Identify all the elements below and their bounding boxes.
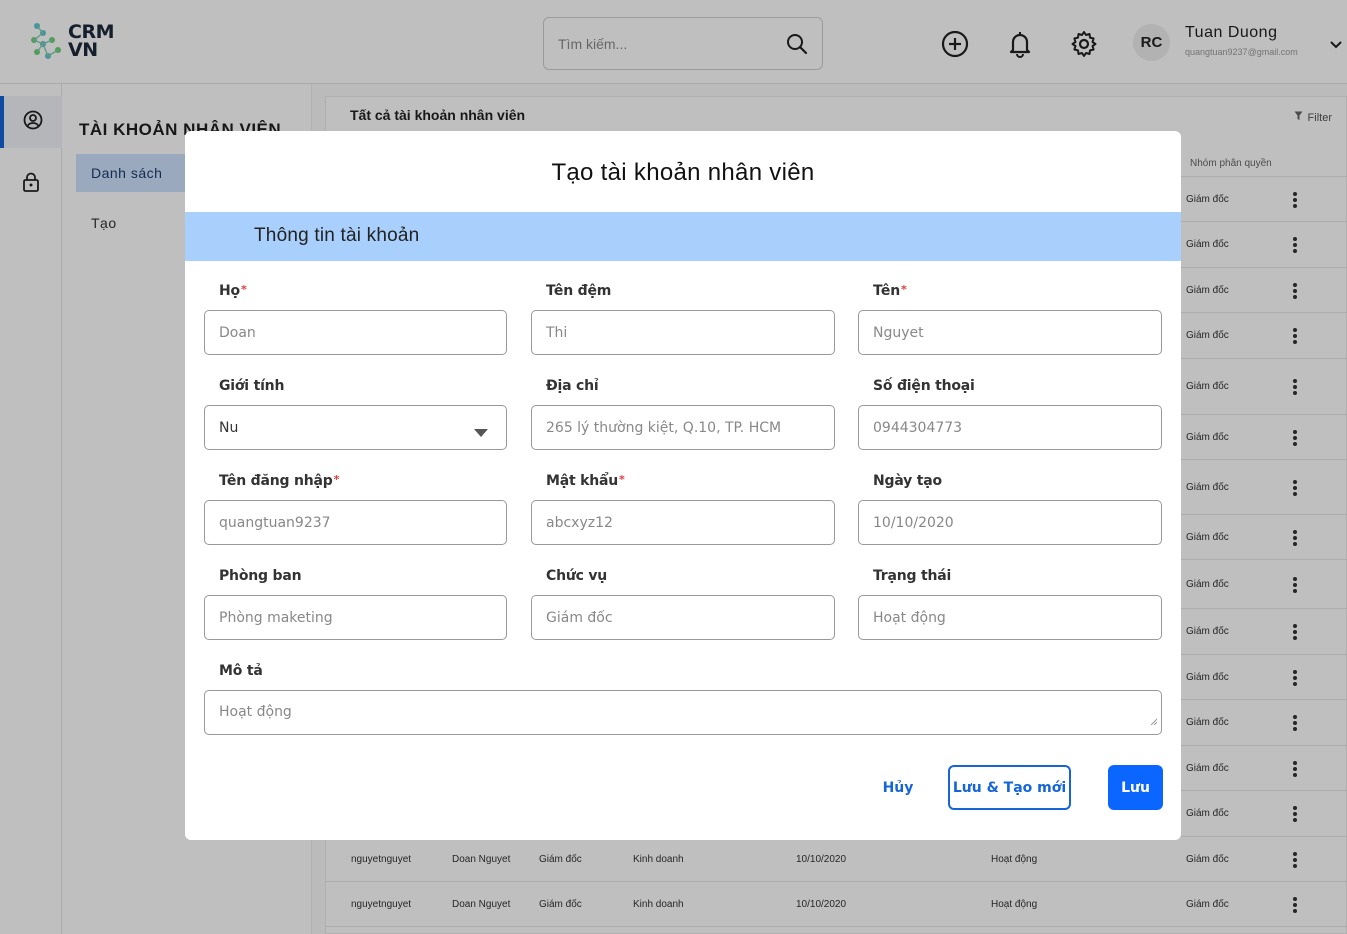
field-label-position: Chức vụ: [546, 568, 608, 584]
phone-input[interactable]: [873, 406, 1143, 449]
department-input[interactable]: [219, 596, 489, 639]
middle-name-input[interactable]: [546, 311, 816, 354]
field-label-username: Tên đăng nhập*: [219, 473, 340, 489]
gender-select-value: Nu: [219, 420, 239, 436]
status-input[interactable]: [873, 596, 1143, 639]
field-label-description: Mô tả: [219, 663, 263, 679]
field-label-phone: Số điện thoại: [873, 378, 975, 394]
last-name-input[interactable]: [219, 311, 489, 354]
required-marker: *: [619, 473, 625, 486]
position-field[interactable]: [531, 595, 835, 640]
field-label-first-name: Tên*: [873, 283, 907, 299]
modal-title: Tạo tài khoản nhân viên: [551, 159, 815, 186]
field-label-password: Mật khẩu*: [546, 473, 625, 489]
field-label-gender: Giới tính: [219, 378, 285, 394]
field-label-status: Trạng thái: [873, 568, 952, 584]
first-name-input[interactable]: [873, 311, 1143, 354]
address-input[interactable]: [546, 406, 816, 449]
create-account-modal: Tạo tài khoản nhân viên Thông tin tài kh…: [185, 131, 1181, 840]
middle-name-field[interactable]: [531, 310, 835, 355]
save-button[interactable]: Lưu: [1108, 765, 1163, 810]
field-label-created-date: Ngày tạo: [873, 473, 942, 489]
password-field[interactable]: [531, 500, 835, 545]
created-date-field[interactable]: [858, 500, 1162, 545]
first-name-field[interactable]: [858, 310, 1162, 355]
required-marker: *: [333, 473, 340, 486]
field-label-last-name: Họ*: [219, 283, 247, 299]
required-marker: *: [240, 283, 247, 296]
address-field[interactable]: [531, 405, 835, 450]
password-input[interactable]: [546, 501, 816, 544]
phone-field[interactable]: [858, 405, 1162, 450]
save-and-new-button[interactable]: Lưu & Tạo mới: [948, 765, 1071, 810]
username-input[interactable]: [219, 501, 489, 544]
created-date-input[interactable]: [873, 501, 1143, 544]
description-field[interactable]: [204, 690, 1162, 735]
position-input[interactable]: [546, 596, 816, 639]
gender-select[interactable]: Nu: [204, 405, 507, 450]
field-label-middle-name: Tên đệm: [546, 283, 612, 299]
caret-down-icon: [474, 424, 488, 442]
resize-grip-icon[interactable]: [1150, 712, 1158, 730]
field-label-department: Phòng ban: [219, 568, 302, 584]
cancel-button[interactable]: Hủy: [866, 765, 930, 810]
description-textarea[interactable]: [219, 691, 1139, 734]
department-field[interactable]: [204, 595, 507, 640]
field-label-address: Địa chỉ: [546, 378, 599, 394]
section-title: Thông tin tài khoản: [254, 225, 420, 246]
last-name-field[interactable]: [204, 310, 507, 355]
status-field[interactable]: [858, 595, 1162, 640]
username-field[interactable]: [204, 500, 507, 545]
required-marker: *: [900, 283, 907, 296]
section-header: Thông tin tài khoản: [185, 212, 1181, 261]
